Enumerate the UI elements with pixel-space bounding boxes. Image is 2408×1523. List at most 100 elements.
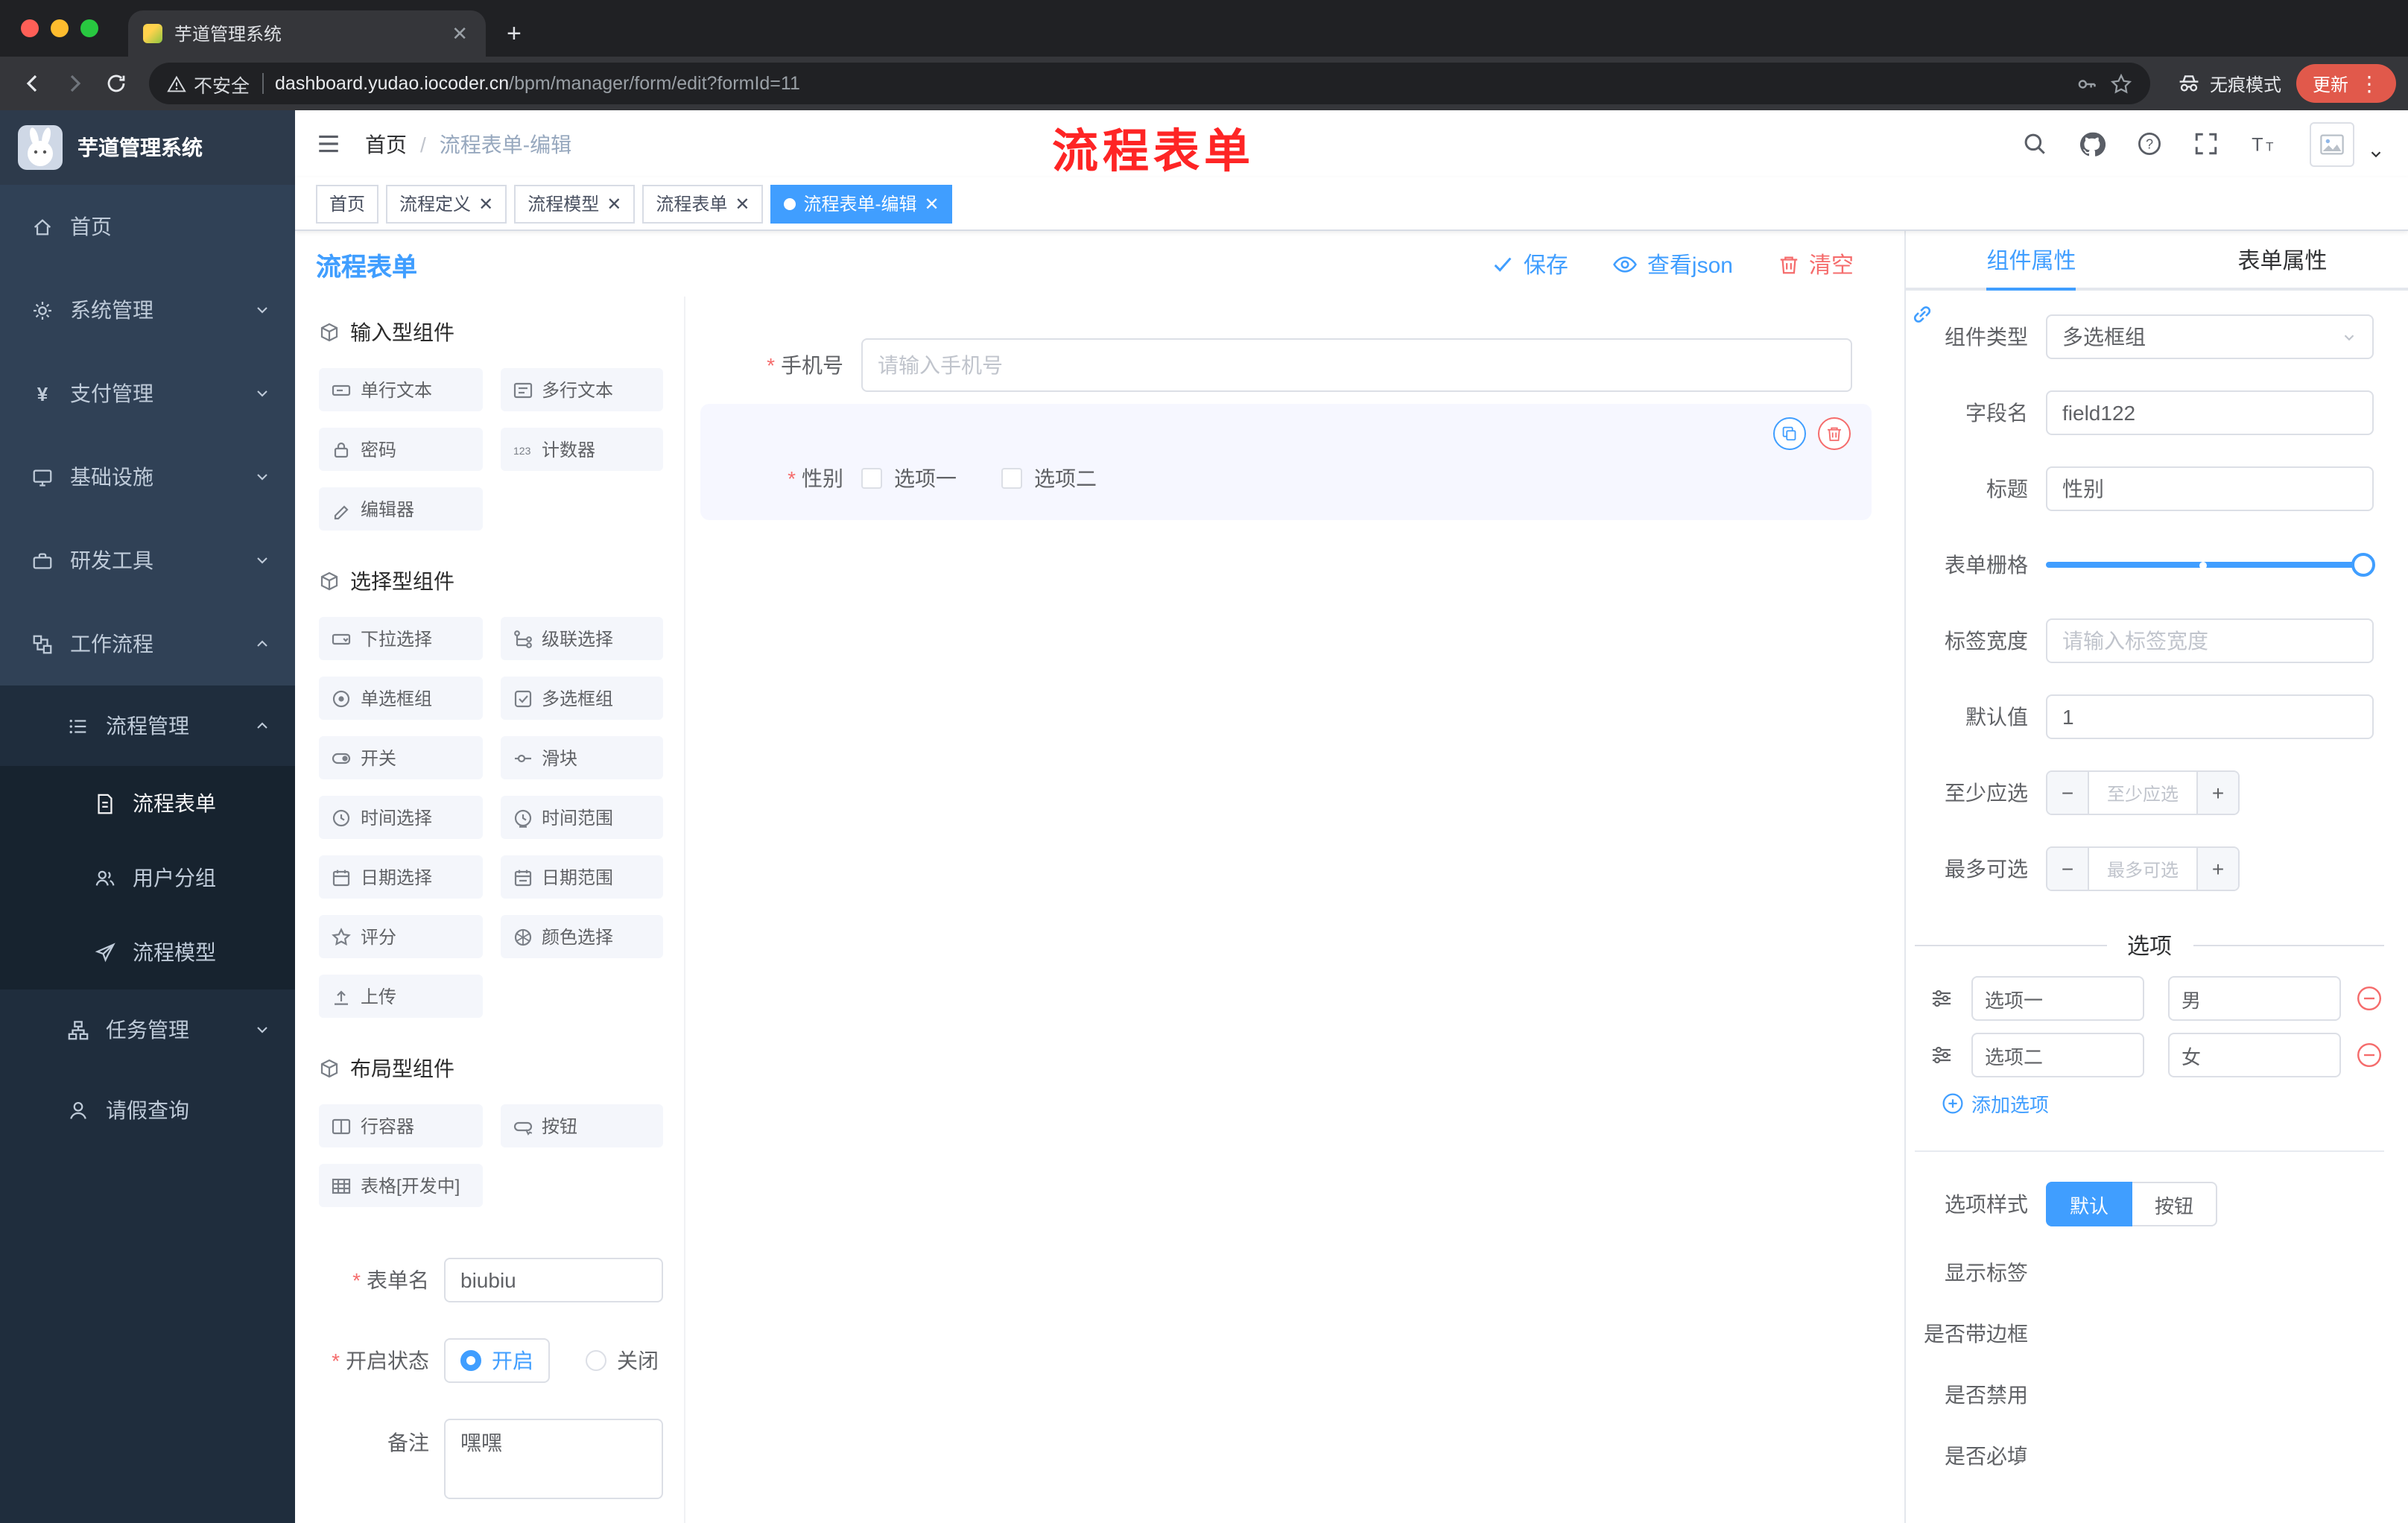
view-json-button[interactable]: 查看json [1613,248,1733,279]
min-select-value[interactable]: 至少应选 [2089,772,2196,814]
tab-component-props[interactable]: 组件属性 [1906,231,2157,288]
increase-button[interactable]: + [2196,772,2238,814]
sidebar-item-process-model[interactable]: 流程模型 [0,915,295,990]
sidebar-item-task-management[interactable]: 任务管理 [0,990,295,1070]
palette-item-checkbox-group[interactable]: 多选框组 [500,677,663,720]
palette-item-editor[interactable]: 编辑器 [319,487,482,531]
palette-item-time-range[interactable]: 时间范围 [500,796,663,839]
reload-button[interactable] [95,63,137,104]
sidebar-item-process-management[interactable]: 流程管理 [0,685,295,766]
phone-input[interactable] [861,338,1852,392]
component-type-select[interactable]: 多选框组 [2046,314,2374,359]
label-width-input[interactable] [2046,618,2374,663]
grid-slider[interactable] [2046,542,2375,587]
max-select-value[interactable]: 最多可选 [2089,848,2196,890]
tab-form-props[interactable]: 表单属性 [2157,231,2408,288]
increase-button[interactable]: + [2196,848,2238,890]
tab-close-icon[interactable]: ✕ [449,22,471,45]
palette-item-table[interactable]: 表格[开发中] [319,1164,482,1207]
default-value-input[interactable] [2046,694,2374,739]
palette-item-radio-group[interactable]: 单选框组 [319,677,482,720]
github-icon[interactable] [2079,130,2106,157]
tag-home[interactable]: 首页 [316,184,379,223]
new-tab-button[interactable]: + [486,10,542,57]
close-window-button[interactable] [21,19,39,37]
sidebar-item-infrastructure[interactable]: 基础设施 [0,435,295,519]
avatar-caret-icon[interactable] [2368,146,2384,162]
browser-tab[interactable]: 芋道管理系统 ✕ [128,10,486,57]
browser-update-button[interactable]: 更新 ⋮ [2295,64,2396,103]
palette-item-upload[interactable]: 上传 [319,975,482,1018]
form-name-input[interactable] [444,1258,663,1302]
clear-button[interactable]: 清空 [1778,248,1854,279]
password-key-icon[interactable] [2076,72,2098,95]
gender-option-1-checkbox[interactable]: 选项一 [861,463,957,493]
sidebar-item-home[interactable]: 首页 [0,185,295,268]
field-phone[interactable]: 手机号 [685,338,1904,392]
palette-item-select[interactable]: 下拉选择 [319,617,482,660]
maximize-window-button[interactable] [80,19,98,37]
palette-item-date-range[interactable]: 日期范围 [500,855,663,899]
palette-item-date-picker[interactable]: 日期选择 [319,855,482,899]
copy-field-button[interactable] [1773,417,1806,450]
option-1-label-input[interactable] [1971,976,2144,1021]
tag-process-definition[interactable]: 流程定义 ✕ [386,184,507,223]
sidebar-item-workflow[interactable]: 工作流程 [0,602,295,685]
minimize-window-button[interactable] [51,19,69,37]
tag-close-icon[interactable]: ✕ [606,193,621,214]
sidebar-item-leave-query[interactable]: 请假查询 [0,1070,295,1150]
gender-option-2-checkbox[interactable]: 选项二 [1001,463,1097,493]
tag-close-icon[interactable]: ✕ [735,193,750,214]
security-warning[interactable]: 不安全 [167,69,250,98]
palette-item-slider[interactable]: 滑块 [500,736,663,779]
option-2-value-input[interactable] [2168,1033,2341,1077]
option-style-button-button[interactable]: 按钮 [2132,1182,2218,1226]
option-1-value-input[interactable] [2168,976,2341,1021]
tag-close-icon[interactable]: ✕ [925,193,940,214]
option-style-default-button[interactable]: 默认 [2046,1182,2133,1226]
sidebar-item-process-form[interactable]: 流程表单 [0,766,295,840]
palette-item-counter[interactable]: 123 计数器 [500,428,663,471]
bookmark-star-icon[interactable] [2110,72,2132,95]
fullscreen-icon[interactable] [2193,131,2219,156]
option-drag-handle-icon[interactable] [1930,987,1954,1010]
address-bar[interactable]: 不安全 dashboard.yudao.iocoder.cn/bpm/manag… [149,63,2150,104]
slider-handle[interactable] [2351,553,2375,577]
tag-process-model[interactable]: 流程模型 ✕ [514,184,636,223]
sidebar-collapse-button[interactable] [316,131,341,156]
title-input[interactable] [2046,466,2374,511]
palette-item-password[interactable]: 密码 [319,428,482,471]
save-button[interactable]: 保存 [1492,248,1568,279]
field-gender-selected[interactable]: 性别 选项一 选项二 [700,404,1872,520]
form-remark-textarea[interactable]: 嘿嘿 [444,1419,663,1499]
delete-field-button[interactable] [1818,417,1851,450]
palette-item-row-container[interactable]: 行容器 [319,1104,482,1147]
option-drag-handle-icon[interactable] [1930,1043,1954,1067]
status-on-radio[interactable]: 开启 [444,1338,550,1383]
search-icon[interactable] [2022,131,2047,156]
palette-item-time-picker[interactable]: 时间选择 [319,796,482,839]
sidebar-item-user-groups[interactable]: 用户分组 [0,840,295,915]
forward-button[interactable] [54,63,95,104]
add-option-button[interactable]: 添加选项 [1942,1089,2384,1118]
font-size-icon[interactable]: TT [2250,131,2278,156]
tag-close-icon[interactable]: ✕ [478,193,493,214]
browser-menu-icon[interactable]: ⋮ [2359,73,2380,94]
remove-option-button[interactable] [2356,985,2383,1012]
palette-item-rate[interactable]: 评分 [319,915,482,958]
field-name-input[interactable] [2046,390,2374,435]
palette-item-switch[interactable]: 开关 [319,736,482,779]
sidebar-item-dev-tools[interactable]: 研发工具 [0,519,295,602]
palette-item-cascader[interactable]: 级联选择 [500,617,663,660]
sidebar-item-payment[interactable]: ¥ 支付管理 [0,352,295,435]
sidebar-item-system[interactable]: 系统管理 [0,268,295,352]
status-off-radio[interactable]: 关闭 [586,1346,659,1375]
help-icon[interactable]: ? [2137,131,2162,156]
breadcrumb-home[interactable]: 首页 [365,129,407,159]
back-button[interactable] [12,63,54,104]
decrease-button[interactable]: − [2047,848,2089,890]
option-2-label-input[interactable] [1971,1033,2144,1077]
tag-process-form[interactable]: 流程表单 ✕ [642,184,764,223]
avatar[interactable] [2310,121,2354,166]
palette-item-multi-text[interactable]: 多行文本 [500,368,663,411]
